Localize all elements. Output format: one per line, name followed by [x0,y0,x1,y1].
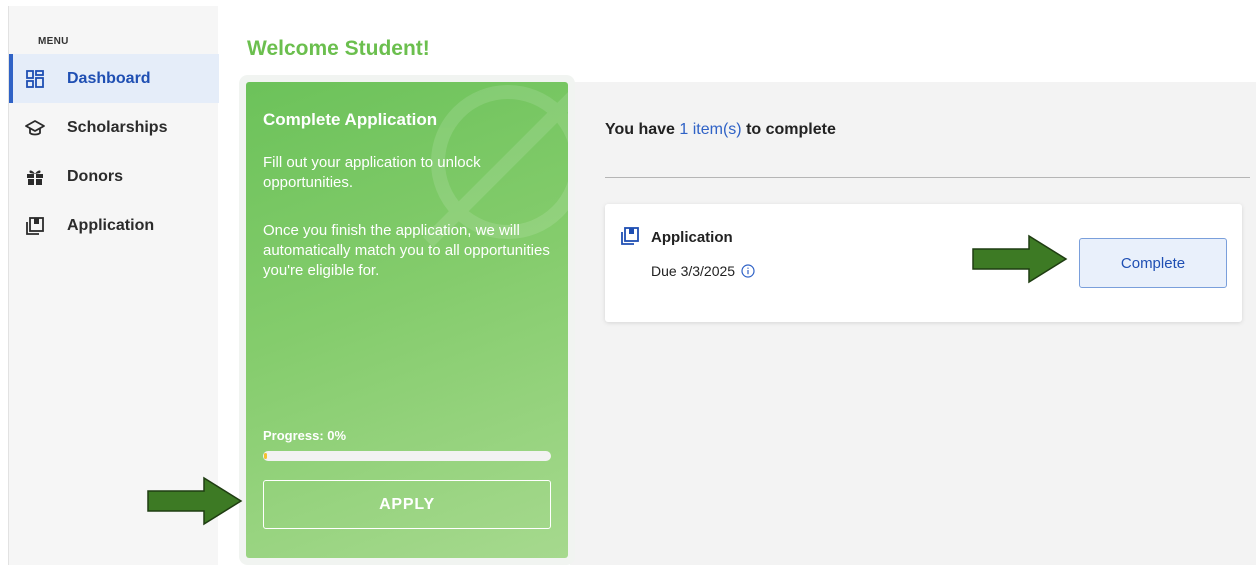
sidebar-item-label: Donors [67,167,123,185]
sidebar-item-donors[interactable]: Donors [9,152,219,201]
application-icon [621,227,639,245]
apply-button[interactable]: APPLY [263,480,551,529]
dashboard-icon [25,69,45,89]
task-card: Application Due 3/3/2025 Complete [605,204,1242,322]
sidebar-item-label: Scholarships [67,118,168,136]
complete-button[interactable]: Complete [1079,238,1227,288]
due-date-text: Due 3/3/2025 [651,263,736,279]
task-title: Application [651,229,733,246]
arrow-right-icon [972,234,1068,284]
progress-fill [264,453,267,459]
arrow-right-icon [147,476,243,526]
gift-icon [25,167,45,187]
promo-title: Complete Application [263,110,438,129]
heading-suffix: to complete [741,121,836,138]
progress-bar [263,451,551,461]
sidebar-item-dashboard[interactable]: Dashboard [9,54,219,103]
sidebar-item-application[interactable]: Application [9,201,219,250]
progress-label: Progress: 0% [263,428,347,443]
promo-description-match: Once you finish the application, we will… [263,222,550,279]
promo-description: Fill out your application to unlock oppo… [263,154,481,191]
items-to-complete-heading: You have 1 item(s) to complete [605,121,836,139]
complete-application-card: Complete Application Fill out your appli… [246,82,568,558]
graduation-cap-icon [25,118,45,138]
sidebar-item-label: Dashboard [67,69,151,87]
page-title: Welcome Student! [247,37,430,60]
sidebar-item-scholarships[interactable]: Scholarships [9,103,219,152]
info-icon[interactable] [741,264,755,278]
sidebar-item-label: Application [67,216,155,234]
sidebar-nav: Dashboard Scholarships Donors Applicatio… [9,54,219,250]
application-icon [25,216,45,236]
heading-prefix: You have [605,121,680,138]
item-count-link[interactable]: 1 item(s) [679,121,741,138]
app-root: MENU Dashboard Scholarships Donors Appli… [0,0,1256,565]
content-panel [570,82,1256,565]
menu-label: MENU [38,36,69,47]
divider [605,177,1250,178]
task-due-date: Due 3/3/2025 [651,263,755,279]
